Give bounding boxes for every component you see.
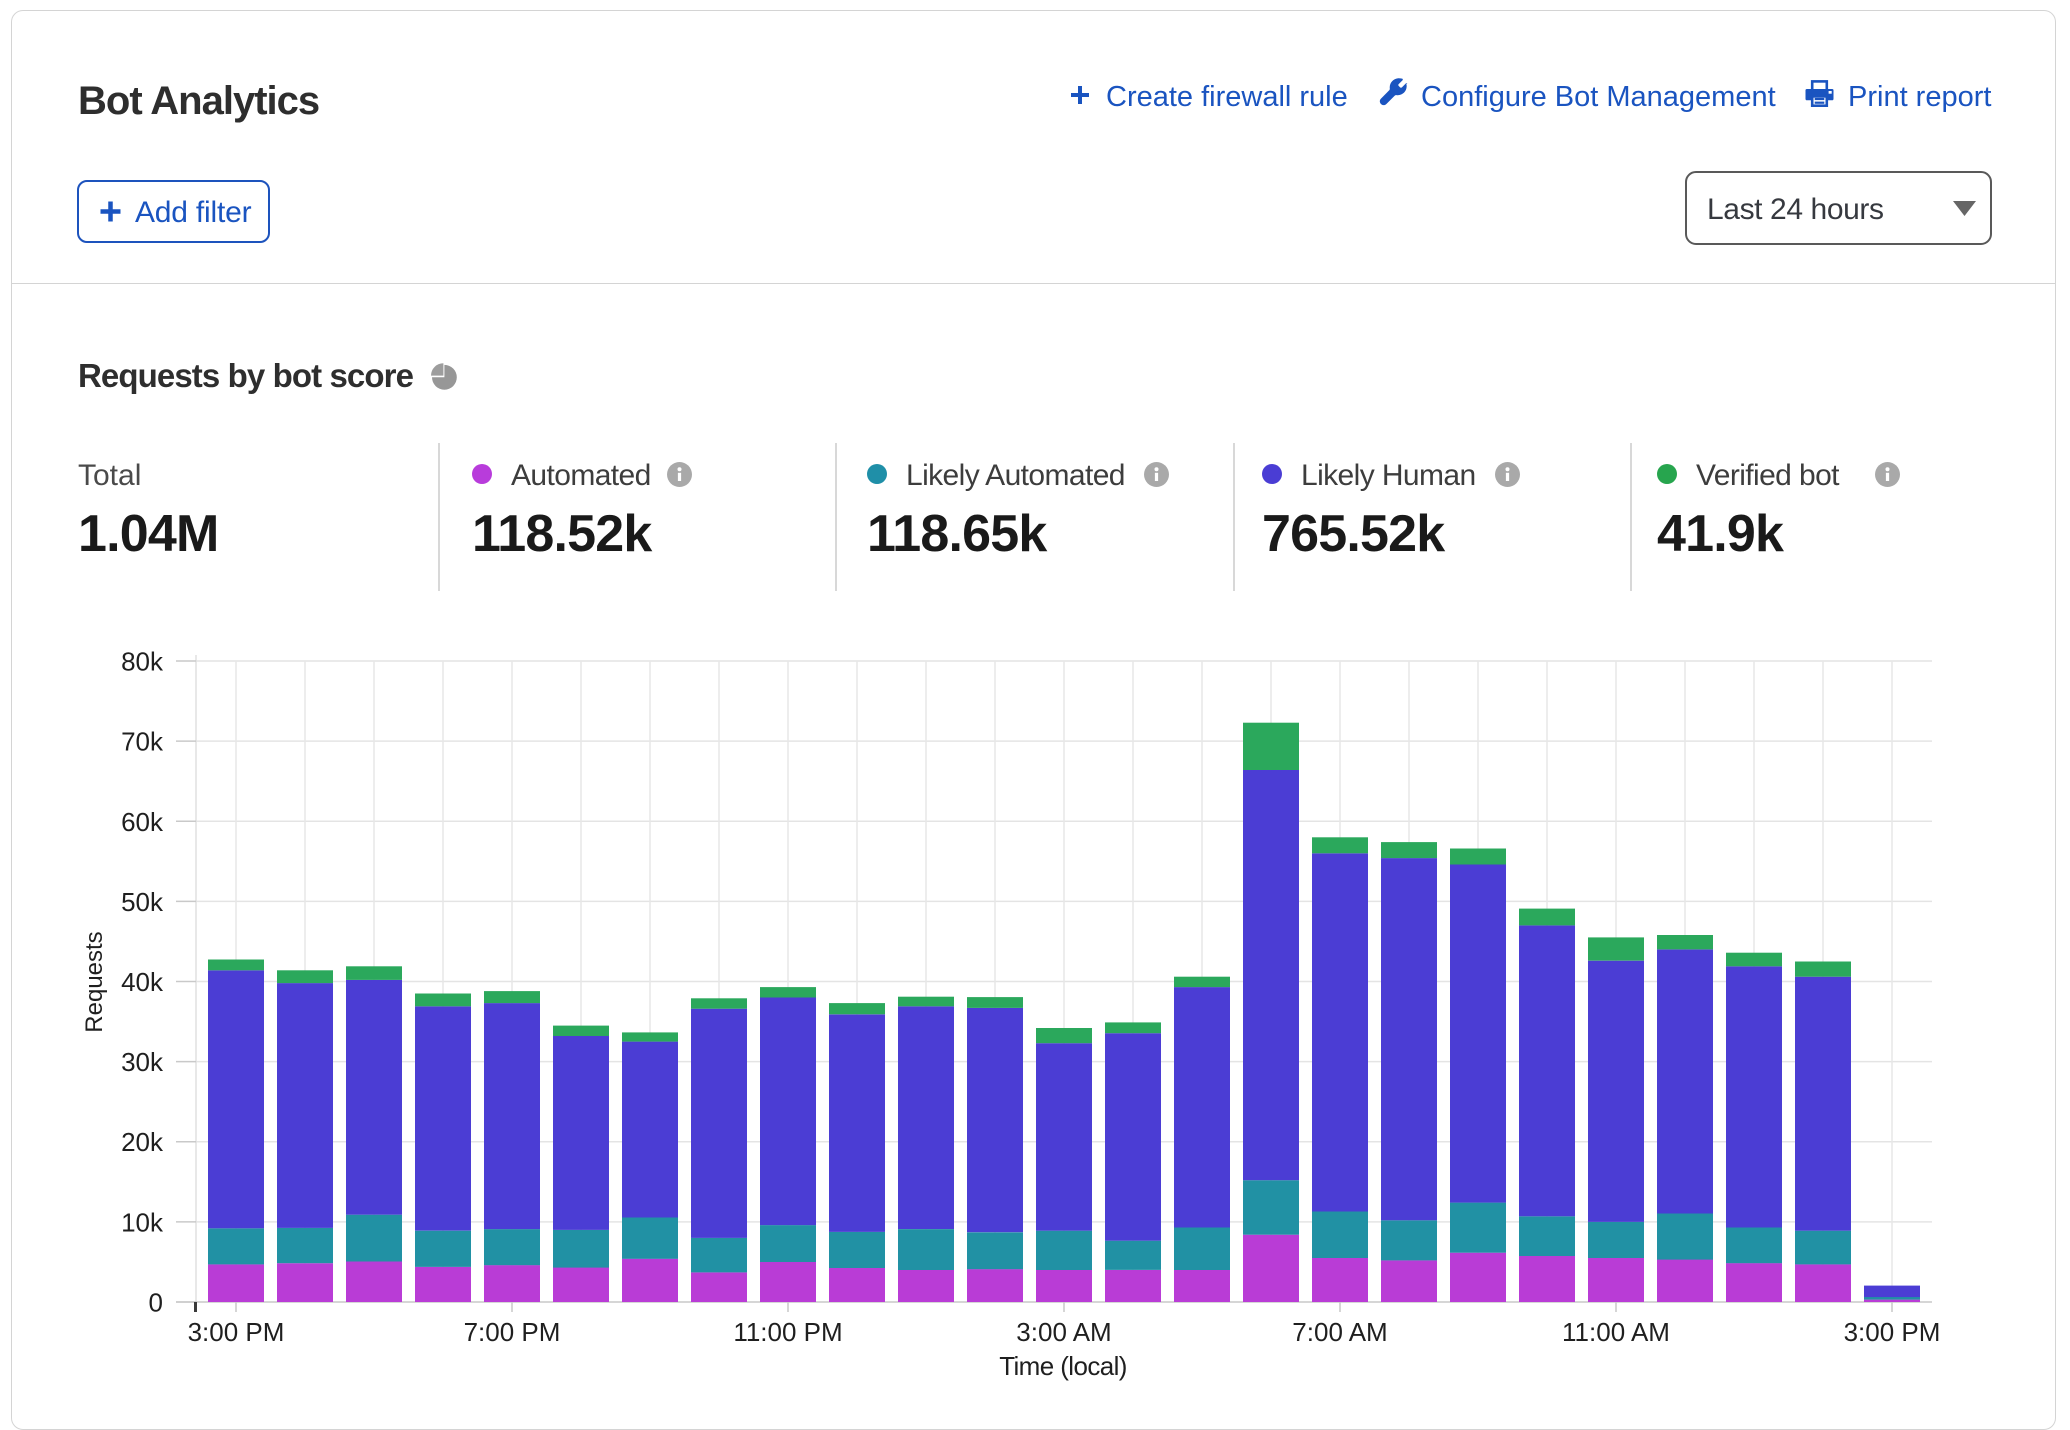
svg-text:80k: 80k xyxy=(121,647,164,677)
svg-text:30k: 30k xyxy=(121,1047,164,1077)
svg-text:10k: 10k xyxy=(121,1207,164,1237)
svg-text:11:00 PM: 11:00 PM xyxy=(733,1317,842,1347)
svg-text:3:00 PM: 3:00 PM xyxy=(1844,1317,1941,1347)
svg-text:Time (local): Time (local) xyxy=(999,1351,1127,1381)
svg-text:3:00 AM: 3:00 AM xyxy=(1016,1317,1111,1347)
svg-text:7:00 AM: 7:00 AM xyxy=(1292,1317,1387,1347)
svg-text:50k: 50k xyxy=(121,887,164,917)
svg-text:7:00 PM: 7:00 PM xyxy=(464,1317,561,1347)
svg-text:0: 0 xyxy=(149,1288,163,1318)
svg-text:3:00 PM: 3:00 PM xyxy=(188,1317,285,1347)
svg-text:20k: 20k xyxy=(121,1127,164,1157)
svg-text:70k: 70k xyxy=(121,727,164,757)
svg-text:11:00 AM: 11:00 AM xyxy=(1562,1317,1670,1347)
svg-text:40k: 40k xyxy=(121,967,164,997)
svg-text:Requests: Requests xyxy=(81,931,108,1032)
svg-text:60k: 60k xyxy=(121,807,164,837)
